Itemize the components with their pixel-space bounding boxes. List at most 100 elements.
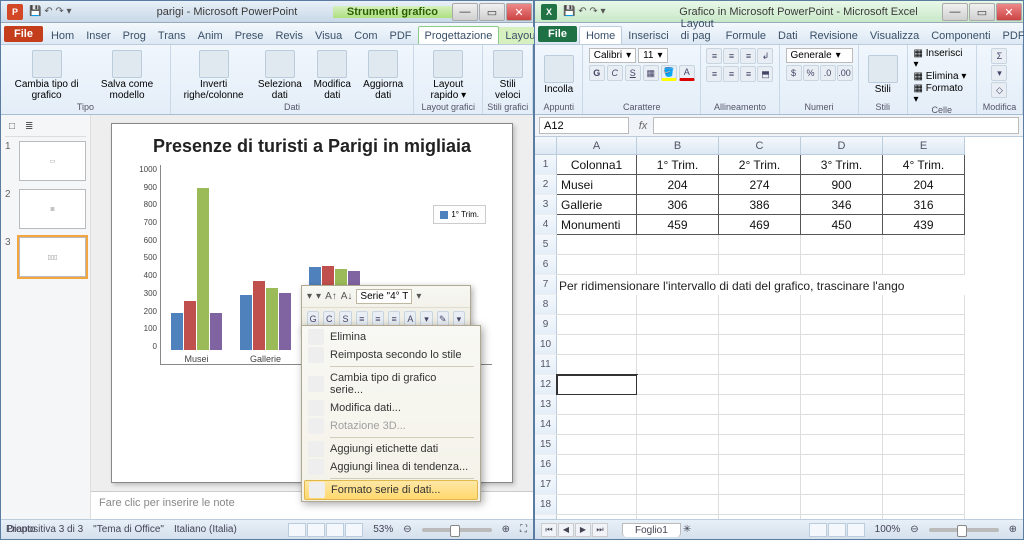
paste-button[interactable]: Incolla (541, 55, 577, 95)
menu-item[interactable]: Formato serie di dati... (304, 480, 478, 500)
context-menu[interactable]: EliminaReimposta secondo lo stileCambia … (301, 325, 481, 502)
cell[interactable] (637, 235, 719, 255)
fill-button[interactable]: ▾ (991, 65, 1007, 81)
xl-zoom-value[interactable]: 100% (875, 524, 901, 535)
cell[interactable] (883, 355, 965, 375)
refresh-data-button[interactable]: Aggiorna dati (359, 50, 407, 101)
row-header[interactable]: 6 (535, 255, 557, 275)
series-selector[interactable] (356, 289, 412, 304)
tab-pres[interactable]: Prese (229, 27, 270, 44)
cell[interactable]: 346 (801, 195, 883, 215)
worksheet[interactable]: ABCDE 1Colonna11° Trim.2° Trim.3° Trim.4… (535, 137, 1023, 519)
switch-row-col-button[interactable]: Inverti righe/colonne (177, 50, 250, 101)
bar-Musei-1° Trim.[interactable] (171, 313, 183, 350)
row-header[interactable]: 11 (535, 355, 557, 375)
cell[interactable] (637, 295, 719, 315)
xl-minimize-button[interactable]: — (942, 3, 968, 21)
xl-tab-data[interactable]: Dati (772, 27, 804, 44)
cell[interactable] (637, 255, 719, 275)
cell[interactable] (883, 515, 965, 519)
sheet-nav[interactable]: ⏮◀▶⏭ (541, 523, 608, 537)
bar-Gallerie-1° Trim.[interactable] (240, 295, 252, 350)
view-buttons[interactable] (288, 523, 363, 537)
formula-input[interactable] (653, 117, 1019, 134)
cell[interactable] (557, 235, 637, 255)
cell[interactable] (557, 395, 637, 415)
cell[interactable] (719, 355, 801, 375)
row-header[interactable]: 18 (535, 495, 557, 515)
cell[interactable]: 274 (719, 175, 801, 195)
cell[interactable] (801, 415, 883, 435)
insert-cells-button[interactable]: ▦ Inserisci ▾ (914, 48, 970, 70)
bar-Musei-3° Trim.[interactable] (197, 188, 209, 350)
select-data-button[interactable]: Seleziona dati (254, 50, 305, 101)
row-header[interactable]: 5 (535, 235, 557, 255)
cell[interactable] (557, 255, 637, 275)
thumb-3[interactable]: 3▯▯▯ (5, 237, 86, 277)
tab-trans[interactable]: Trans (152, 27, 192, 44)
cell[interactable] (719, 255, 801, 275)
col-header[interactable]: C (719, 137, 801, 155)
name-box[interactable] (539, 117, 629, 134)
cell[interactable]: 450 (801, 215, 883, 235)
cell[interactable] (557, 335, 637, 355)
cell[interactable] (883, 415, 965, 435)
col-header[interactable]: E (883, 137, 965, 155)
xl-tab-addins[interactable]: Componenti (925, 27, 996, 44)
zoom-slider[interactable] (422, 528, 492, 532)
cell[interactable] (883, 495, 965, 515)
xl-tab-file[interactable]: File (538, 26, 577, 42)
fx-icon[interactable]: fx (633, 120, 653, 132)
tab-chart-design[interactable]: Progettazione (418, 26, 500, 44)
xl-tab-layout[interactable]: Layout di pag (675, 15, 720, 44)
cell[interactable] (719, 475, 801, 495)
cell[interactable] (637, 355, 719, 375)
quick-layout-button[interactable]: Layout rapido ▾ (420, 50, 476, 101)
cell[interactable] (637, 335, 719, 355)
tab-com[interactable]: Com (348, 27, 383, 44)
cell[interactable]: 386 (719, 195, 801, 215)
cell[interactable] (883, 235, 965, 255)
slide-thumbnail-pane[interactable]: □ ≣ 1▭ 2≣ 3▯▯▯ (1, 115, 91, 519)
cell[interactable] (883, 375, 965, 395)
delete-cells-button[interactable]: ▦ Elimina ▾ (914, 71, 970, 82)
cell[interactable] (801, 475, 883, 495)
cell[interactable]: Colonna1 (557, 155, 637, 175)
cell[interactable] (637, 395, 719, 415)
language-indicator[interactable]: Italiano (Italia) (174, 524, 237, 535)
close-button[interactable]: ✕ (506, 3, 532, 21)
cell[interactable]: Monumenti (557, 215, 637, 235)
col-header[interactable]: D (801, 137, 883, 155)
cell[interactable] (801, 255, 883, 275)
cell[interactable] (637, 415, 719, 435)
cell[interactable] (557, 295, 637, 315)
cell[interactable] (637, 375, 719, 395)
menu-item[interactable]: Aggiungi etichette dati (304, 440, 478, 458)
row-header[interactable]: 10 (535, 335, 557, 355)
row-header[interactable]: 2 (535, 175, 557, 195)
cell[interactable]: 3° Trim. (801, 155, 883, 175)
cell[interactable] (719, 435, 801, 455)
slide-title[interactable]: Presenze di turisti a Parigi in migliaia (132, 136, 492, 157)
cell[interactable] (883, 295, 965, 315)
thumb-1[interactable]: 1▭ (5, 141, 86, 181)
tab-home[interactable]: Hom (45, 27, 80, 44)
tab-file[interactable]: File (4, 26, 43, 42)
autosum-button[interactable]: Σ (991, 48, 1007, 64)
tab-view[interactable]: Visua (309, 27, 348, 44)
cell[interactable]: 204 (883, 175, 965, 195)
col-header[interactable]: A (557, 137, 637, 155)
col-header[interactable]: B (637, 137, 719, 155)
font-color-button[interactable]: A (679, 65, 695, 81)
cell[interactable] (883, 335, 965, 355)
row-header[interactable]: 13 (535, 395, 557, 415)
cell[interactable] (557, 435, 637, 455)
styles-button[interactable]: Stili (865, 55, 901, 95)
cell[interactable] (557, 455, 637, 475)
number-format-select[interactable]: Generale▾ (786, 48, 853, 63)
menu-item[interactable]: Cambia tipo di grafico serie... (304, 369, 478, 399)
cell[interactable] (719, 235, 801, 255)
bar-Musei-2° Trim.[interactable] (184, 301, 196, 350)
cell[interactable] (557, 375, 637, 395)
cell[interactable] (637, 495, 719, 515)
